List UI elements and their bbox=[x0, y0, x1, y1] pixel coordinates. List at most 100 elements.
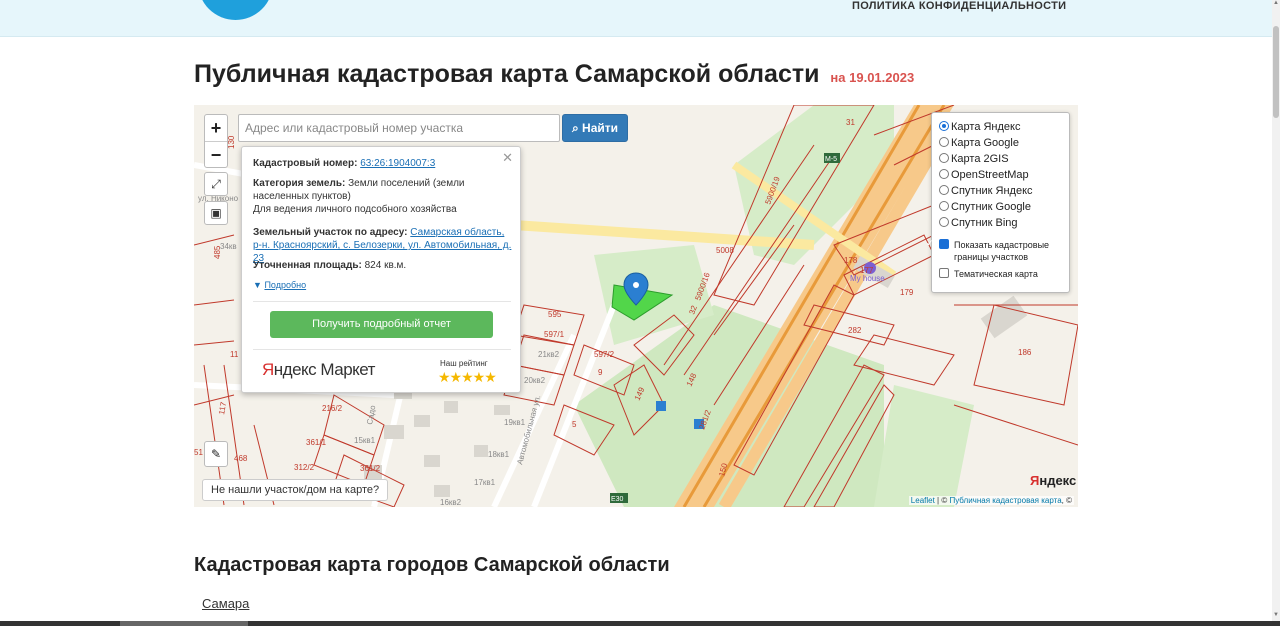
cad-number-link[interactable]: 63:26:1904007:3 bbox=[360, 158, 435, 169]
label-282: 282 bbox=[848, 326, 862, 335]
area-row: Уточненная площадь: 824 кв.м. bbox=[253, 259, 515, 272]
area-value: 824 кв.м. bbox=[364, 260, 407, 271]
layer-option-google-satellite[interactable]: Спутник Google bbox=[939, 200, 1031, 214]
area-label: Уточненная площадь: bbox=[253, 260, 362, 271]
leaflet-link[interactable]: Leaflet bbox=[911, 496, 935, 505]
label-597-1: 597/1 bbox=[544, 330, 565, 339]
label-21: 21кв2 bbox=[538, 350, 560, 359]
top-header: ПОЛИТИКА КОНФИДЕНЦИАЛЬНОСТИ bbox=[0, 0, 1272, 37]
divider bbox=[253, 349, 511, 350]
search-button-label: Найти bbox=[582, 121, 619, 135]
not-found-button[interactable]: Не нашли участок/дом на карте? bbox=[202, 479, 389, 501]
zoom-out-button[interactable]: − bbox=[205, 141, 227, 167]
label-117: 117 bbox=[217, 401, 228, 416]
land-category-row: Категория земель: Земли поселений (земли… bbox=[253, 177, 515, 203]
search-button[interactable]: ⌕ Найти bbox=[562, 114, 628, 142]
site-logo[interactable] bbox=[198, 0, 273, 20]
layer-option-2gis-map[interactable]: Карта 2GIS bbox=[939, 152, 1009, 166]
map-attribution: Leaflet | © Публичная кадастровая карта,… bbox=[908, 496, 1074, 505]
search-icon: ⌕ bbox=[571, 121, 579, 135]
label-595: 595 bbox=[548, 310, 562, 319]
label-16: 16кв2 bbox=[440, 498, 462, 507]
label-19: 19кв1 bbox=[504, 418, 526, 427]
label-9: 9 bbox=[598, 368, 603, 377]
taskbar-strip bbox=[0, 621, 1280, 626]
checkbox-icon[interactable] bbox=[939, 268, 949, 278]
cadastral-map-link[interactable]: Публичная кадастровая карта bbox=[949, 496, 1061, 505]
thematic-map-toggle[interactable]: Тематическая карта bbox=[939, 268, 1038, 280]
show-borders-toggle[interactable]: Показать кадастровые границы участков bbox=[939, 239, 1065, 263]
label-17: 17кв1 bbox=[474, 478, 496, 487]
label-186: 186 bbox=[1018, 348, 1032, 357]
radio-icon[interactable] bbox=[939, 201, 949, 211]
label-597-2: 597/2 bbox=[594, 350, 615, 359]
checkbox-checked-icon[interactable] bbox=[939, 239, 949, 249]
cities-section-title: Кадастровая карта городов Самарской обла… bbox=[194, 554, 670, 576]
get-report-button[interactable]: Получить подробный отчет bbox=[270, 311, 493, 338]
label-road-e30: Е30 bbox=[611, 496, 624, 503]
label-216-2: 216/2 bbox=[322, 404, 343, 413]
divider bbox=[253, 301, 511, 302]
label-20: 20кв2 bbox=[524, 376, 546, 385]
scrollbar-thumb[interactable] bbox=[1273, 26, 1279, 118]
label-361-2: 361/2 bbox=[360, 464, 381, 473]
label-5: 5 bbox=[572, 420, 577, 429]
label-178: 178 bbox=[844, 256, 858, 265]
page-date: на 19.01.2023 bbox=[830, 70, 915, 85]
page-title: Публичная кадастровая карта Самарской об… bbox=[194, 60, 914, 89]
privacy-policy-link[interactable]: ПОЛИТИКА КОНФИДЕНЦИАЛЬНОСТИ bbox=[852, 0, 1066, 12]
radio-icon[interactable] bbox=[939, 153, 949, 163]
label-31: 31 bbox=[846, 118, 855, 127]
label-51: 51 bbox=[194, 448, 203, 457]
details-link[interactable]: Подробно bbox=[264, 280, 306, 290]
label-485: 485 bbox=[213, 245, 222, 259]
search-input[interactable] bbox=[238, 114, 560, 142]
zoom-in-button[interactable]: + bbox=[205, 115, 227, 141]
layer-option-bing-satellite[interactable]: Спутник Bing bbox=[939, 216, 1018, 230]
yandex-market-logo[interactable]: Яндекс Маркет bbox=[262, 360, 375, 380]
label-street-sad: Садо bbox=[365, 404, 377, 425]
label-18: 18кв1 bbox=[488, 450, 510, 459]
label-130: 130 bbox=[227, 135, 236, 149]
label-361-1: 361/1 bbox=[306, 438, 327, 447]
page-scrollbar[interactable]: ▲ ▼ bbox=[1272, 0, 1280, 626]
land-category-label: Категория земель: bbox=[253, 178, 346, 189]
cadastral-map[interactable]: ул. Никоно Автомобильная ул. Садо М-5 Е3… bbox=[194, 105, 1078, 507]
radio-selected-icon[interactable] bbox=[939, 121, 949, 131]
print-button[interactable]: ▣ bbox=[204, 201, 228, 225]
zoom-control: + − bbox=[204, 114, 228, 168]
city-link-samara[interactable]: Самара bbox=[202, 596, 249, 611]
layers-panel: Карта Яндекс Карта Google Карта 2GIS Ope… bbox=[931, 112, 1070, 293]
radio-icon[interactable] bbox=[939, 217, 949, 227]
measure-button[interactable]: ✎ bbox=[204, 441, 228, 467]
details-toggle[interactable]: ▼ Подробно bbox=[253, 279, 515, 292]
label-poi: My house bbox=[850, 274, 885, 283]
layer-option-yandex-satellite[interactable]: Спутник Яндекс bbox=[939, 184, 1033, 198]
label-34: 34кв bbox=[220, 242, 237, 251]
layer-option-google-map[interactable]: Карта Google bbox=[939, 136, 1019, 150]
caret-down-icon: ▼ bbox=[253, 280, 262, 290]
cad-number-row: Кадастровый номер: 63:26:1904007:3 bbox=[253, 157, 515, 170]
label-street-avto: Автомобильная ул. bbox=[515, 394, 542, 465]
expand-icon: ⤢ bbox=[211, 177, 221, 191]
layer-option-yandex-map[interactable]: Карта Яндекс bbox=[939, 120, 1020, 134]
scroll-up-icon[interactable]: ▲ bbox=[1273, 0, 1279, 6]
rating-label: Наш рейтинг bbox=[440, 359, 488, 368]
radio-icon[interactable] bbox=[939, 169, 949, 179]
label-177: 177 bbox=[860, 266, 874, 275]
yandex-logo: Яндекс bbox=[1030, 473, 1077, 488]
address-label: Земельный участок по адресу: bbox=[253, 227, 408, 238]
layer-option-osm[interactable]: OpenStreetMap bbox=[939, 168, 1029, 182]
cad-number-label: Кадастровый номер: bbox=[253, 158, 358, 169]
label-15: 15кв1 bbox=[354, 436, 376, 445]
printer-icon: ▣ bbox=[210, 206, 222, 220]
scroll-down-icon[interactable]: ▼ bbox=[1273, 612, 1279, 618]
land-use-value: Для ведения личного подсобного хозяйства bbox=[253, 204, 457, 215]
label-road-m5: М-5 bbox=[825, 156, 837, 163]
label-179: 179 bbox=[900, 288, 914, 297]
label-312-2: 312/2 bbox=[294, 463, 315, 472]
fullscreen-button[interactable]: ⤢ bbox=[204, 172, 228, 196]
rating-stars-icon: ★★★★★ bbox=[438, 369, 497, 385]
radio-icon[interactable] bbox=[939, 137, 949, 147]
radio-icon[interactable] bbox=[939, 185, 949, 195]
